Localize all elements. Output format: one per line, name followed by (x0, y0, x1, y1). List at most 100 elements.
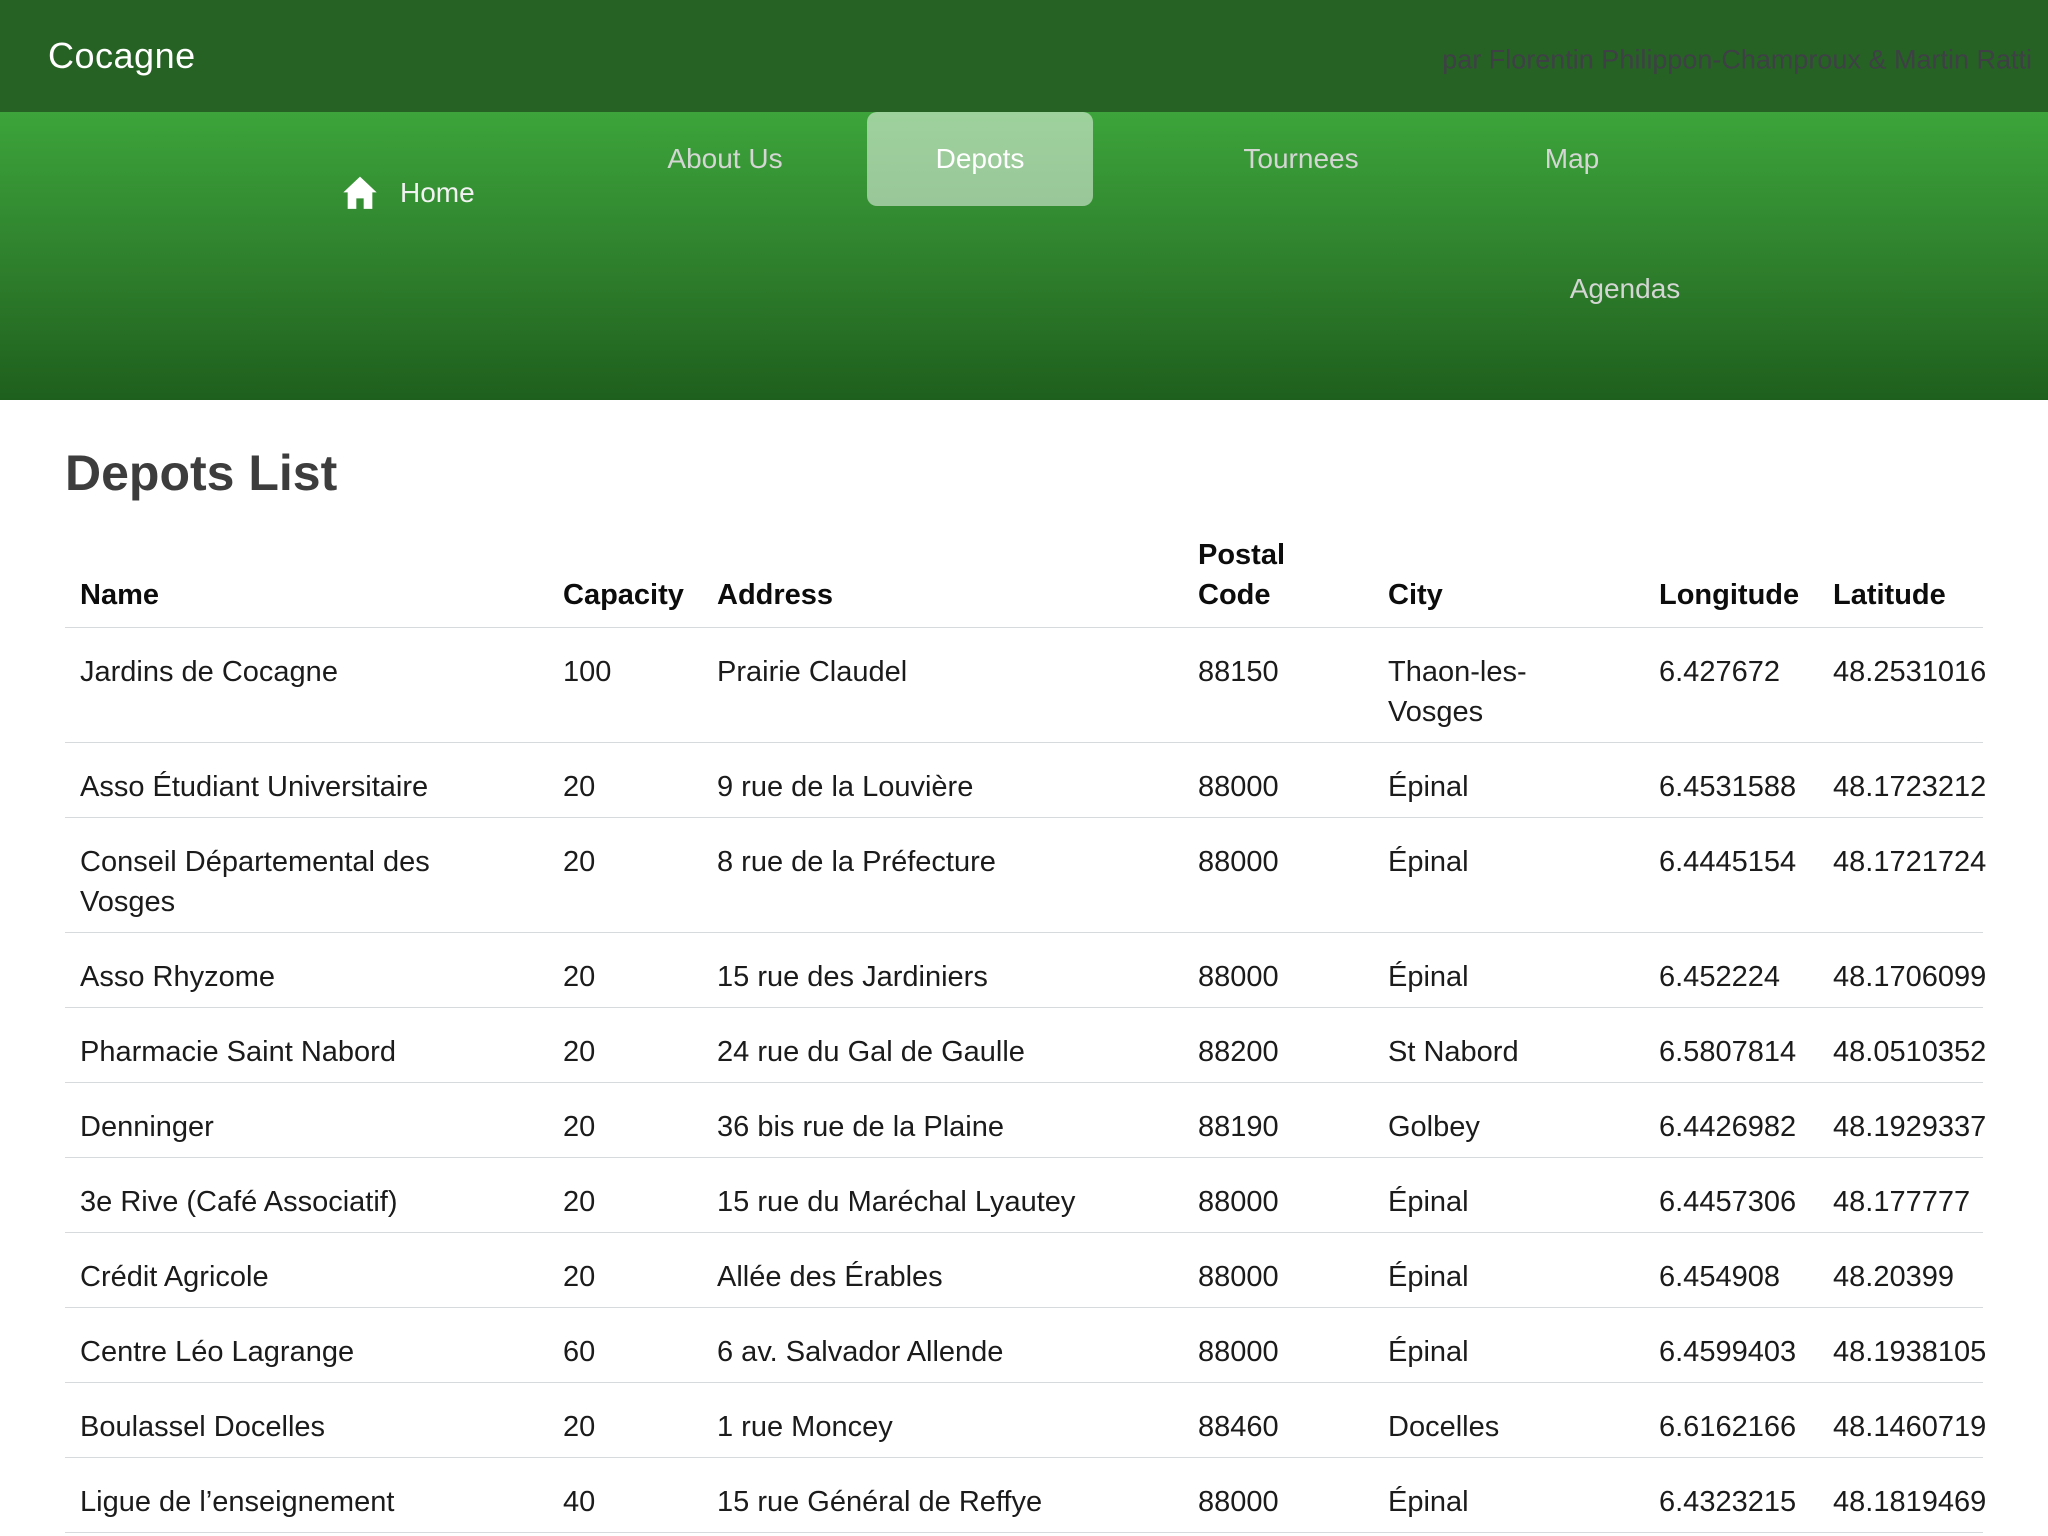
cell-name: Denninger (65, 1083, 548, 1158)
cell-postal: 88000 (1183, 1458, 1373, 1533)
cell-name: Centre Léo Lagrange (65, 1308, 548, 1383)
cell-address: 24 rue du Gal de Gaulle (702, 1008, 1183, 1083)
cell-capacity: 20 (548, 1233, 702, 1308)
cell-name: Ligue de l’enseignement (65, 1458, 548, 1533)
table-row: Asso Étudiant Universitaire209 rue de la… (65, 743, 1983, 818)
cell-address: Allée des Érables (702, 1233, 1183, 1308)
column-header-postal: Postal Code (1183, 535, 1373, 628)
cell-address: Prairie Claudel (702, 628, 1183, 743)
table-row: Ligue de l’enseignement4015 rue Général … (65, 1458, 1983, 1533)
cell-capacity: 20 (548, 1008, 702, 1083)
column-header-city: City (1373, 535, 1644, 628)
table-row: Centre Léo Lagrange606 av. Salvador Alle… (65, 1308, 1983, 1383)
cell-postal: 88000 (1183, 818, 1373, 933)
table-header-row: NameCapacityAddressPostal CodeCityLongit… (65, 535, 1983, 628)
column-header-longitude: Longitude (1644, 535, 1818, 628)
cell-city: St Nabord (1373, 1008, 1644, 1083)
cell-address: 1 rue Moncey (702, 1383, 1183, 1458)
cell-postal: 88460 (1183, 1383, 1373, 1458)
cell-capacity: 20 (548, 1383, 702, 1458)
cell-longitude: 6.5807814 (1644, 1008, 1818, 1083)
table-row: Denninger2036 bis rue de la Plaine88190G… (65, 1083, 1983, 1158)
column-header-capacity: Capacity (548, 535, 702, 628)
cell-capacity: 20 (548, 933, 702, 1008)
nav-item-label: Home (400, 177, 475, 209)
cell-latitude: 48.1938105 (1818, 1308, 1983, 1383)
cell-address: 9 rue de la Louvière (702, 743, 1183, 818)
brand-title[interactable]: Cocagne (48, 35, 196, 77)
cell-latitude: 48.177777 (1818, 1158, 1983, 1233)
cell-latitude: 48.1929337 (1818, 1083, 1983, 1158)
cell-name: Asso Rhyzome (65, 933, 548, 1008)
cell-capacity: 20 (548, 1158, 702, 1233)
cell-longitude: 6.4445154 (1644, 818, 1818, 933)
table-row: Crédit Agricole20Allée des Érables88000É… (65, 1233, 1983, 1308)
cell-name: Asso Étudiant Universitaire (65, 743, 548, 818)
nav-item-agendas[interactable]: Agendas (1570, 273, 1681, 305)
cell-longitude: 6.4457306 (1644, 1158, 1818, 1233)
depots-table: NameCapacityAddressPostal CodeCityLongit… (65, 535, 1983, 1533)
cell-name: 3e Rive (Café Associatif) (65, 1158, 548, 1233)
cell-capacity: 20 (548, 743, 702, 818)
cell-longitude: 6.4531588 (1644, 743, 1818, 818)
top-header-bar: Cocagne par Florentin Philippon-Champrou… (0, 0, 2048, 112)
home-icon (340, 173, 380, 213)
cell-longitude: 6.454908 (1644, 1233, 1818, 1308)
cell-name: Boulassel Docelles (65, 1383, 548, 1458)
cell-postal: 88190 (1183, 1083, 1373, 1158)
page-title: Depots List (65, 442, 2048, 504)
cell-city: Épinal (1373, 933, 1644, 1008)
cell-longitude: 6.4323215 (1644, 1458, 1818, 1533)
byline: par Florentin Philippon-Champroux & Mart… (1442, 45, 2032, 76)
cell-longitude: 6.4426982 (1644, 1083, 1818, 1158)
table-row: Asso Rhyzome2015 rue des Jardiniers88000… (65, 933, 1983, 1008)
cell-latitude: 48.1721724 (1818, 818, 1983, 933)
cell-postal: 88000 (1183, 1308, 1373, 1383)
cell-longitude: 6.427672 (1644, 628, 1818, 743)
cell-city: Épinal (1373, 1233, 1644, 1308)
table-body: Jardins de Cocagne100Prairie Claudel8815… (65, 628, 1983, 1533)
cell-longitude: 6.452224 (1644, 933, 1818, 1008)
cell-capacity: 100 (548, 628, 702, 743)
cell-city: Épinal (1373, 1158, 1644, 1233)
cell-city: Golbey (1373, 1083, 1644, 1158)
nav-item-home[interactable]: Home (340, 170, 475, 216)
cell-capacity: 20 (548, 1083, 702, 1158)
cell-address: 8 rue de la Préfecture (702, 818, 1183, 933)
cell-latitude: 48.1706099 (1818, 933, 1983, 1008)
main-content: Depots List NameCapacityAddressPostal Co… (0, 442, 2048, 1533)
cell-city: Docelles (1373, 1383, 1644, 1458)
cell-address: 15 rue Général de Reffye (702, 1458, 1183, 1533)
cell-name: Pharmacie Saint Nabord (65, 1008, 548, 1083)
cell-longitude: 6.6162166 (1644, 1383, 1818, 1458)
cell-city: Épinal (1373, 818, 1644, 933)
nav-item-depots-active[interactable]: Depots (867, 112, 1093, 206)
cell-longitude: 6.4599403 (1644, 1308, 1818, 1383)
cell-address: 15 rue du Maréchal Lyautey (702, 1158, 1183, 1233)
cell-city: Thaon-les-Vosges (1373, 628, 1644, 743)
table-row: Conseil Départemental des Vosges208 rue … (65, 818, 1983, 933)
cell-latitude: 48.1723212 (1818, 743, 1983, 818)
nav-item-about-us[interactable]: About Us (667, 143, 782, 175)
column-header-address: Address (702, 535, 1183, 628)
navbar: Home About Us Depots Tournees Map Agenda… (0, 112, 2048, 400)
cell-address: 6 av. Salvador Allende (702, 1308, 1183, 1383)
cell-postal: 88000 (1183, 1233, 1373, 1308)
cell-latitude: 48.1460719 (1818, 1383, 1983, 1458)
nav-item-map[interactable]: Map (1545, 143, 1599, 175)
table-row: Boulassel Docelles201 rue Moncey88460Doc… (65, 1383, 1983, 1458)
cell-latitude: 48.2531016 (1818, 628, 1983, 743)
table-row: Pharmacie Saint Nabord2024 rue du Gal de… (65, 1008, 1983, 1083)
nav-item-tournees[interactable]: Tournees (1243, 143, 1358, 175)
table-row: 3e Rive (Café Associatif)2015 rue du Mar… (65, 1158, 1983, 1233)
cell-capacity: 40 (548, 1458, 702, 1533)
cell-postal: 88200 (1183, 1008, 1373, 1083)
cell-name: Jardins de Cocagne (65, 628, 548, 743)
cell-latitude: 48.1819469 (1818, 1458, 1983, 1533)
cell-address: 36 bis rue de la Plaine (702, 1083, 1183, 1158)
table-row: Jardins de Cocagne100Prairie Claudel8815… (65, 628, 1983, 743)
cell-postal: 88000 (1183, 933, 1373, 1008)
cell-postal: 88000 (1183, 1158, 1373, 1233)
cell-address: 15 rue des Jardiniers (702, 933, 1183, 1008)
cell-postal: 88150 (1183, 628, 1373, 743)
